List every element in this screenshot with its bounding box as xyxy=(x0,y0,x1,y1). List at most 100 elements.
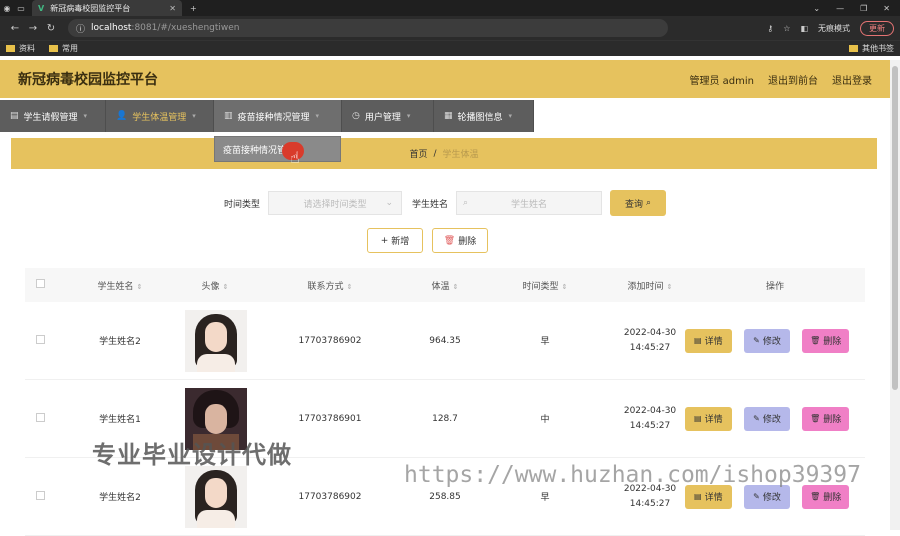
search-icon: ⌕ xyxy=(463,198,469,208)
main-menu: ▤ 学生请假管理 ▾ 👤 学生体温管理 ▾ ▥ 疫苗接种情况管理 ▾ ◷ 用户管理 ▾ … xyxy=(0,100,534,132)
sort-icon: ⇕ xyxy=(222,282,229,291)
back-icon[interactable]: ← xyxy=(6,23,24,34)
document-icon: ▥ xyxy=(224,111,233,121)
bookmark-folder-1[interactable]: 资料 xyxy=(6,43,35,54)
user-icon: 👤 xyxy=(116,111,128,121)
select-all-checkbox[interactable] xyxy=(35,279,45,288)
admin-label: 管理员 admin xyxy=(689,75,754,87)
address-bar[interactable]: ⓘ localhost :8081/#/xueshengtiwen xyxy=(68,19,668,37)
hand-cursor-icon: ☝ xyxy=(290,148,300,167)
trash-icon: 🗑 xyxy=(443,235,456,246)
time-type-select[interactable]: 请选择时间类型 ⌄ xyxy=(268,191,402,215)
sort-icon: ⇕ xyxy=(136,282,143,291)
star-icon[interactable]: ☆ xyxy=(783,24,790,33)
search-icon: ⌕ xyxy=(645,198,651,208)
delete-button[interactable]: 🗑 删除 xyxy=(802,406,849,431)
app-header: 新冠病毒校园监控平台 管理员 admin 退出到前台 退出登录 xyxy=(0,60,890,98)
key-icon[interactable]: ⚷ xyxy=(767,24,773,33)
cell-time-type: 早 xyxy=(540,337,550,347)
breadcrumb-separator: / xyxy=(433,148,437,159)
header-avatar[interactable]: 头像 ⇕ xyxy=(185,279,245,292)
reload-icon[interactable]: ↻ xyxy=(42,23,60,34)
cell-name: 学生姓名2 xyxy=(99,337,141,347)
page-scrollbar[interactable] xyxy=(890,60,900,530)
batch-delete-button[interactable]: 🗑 删除 xyxy=(432,228,488,253)
back-to-front-link[interactable]: 退出到前台 xyxy=(768,72,818,87)
add-button[interactable]: + 新增 xyxy=(367,228,423,253)
header-temperature[interactable]: 体温 ⇕ xyxy=(415,279,475,292)
cell-added-time: 2022-04-30 14:45:27 xyxy=(623,327,677,353)
sort-icon: ⇕ xyxy=(561,282,568,291)
incognito-label: 无痕模式 xyxy=(818,23,850,33)
forward-icon[interactable]: → xyxy=(24,23,42,34)
edit-button[interactable]: ✎ 修改 xyxy=(743,328,791,353)
header-added-time[interactable]: 添加时间 ⇕ xyxy=(615,279,685,292)
restore-icon[interactable]: ❐ xyxy=(860,4,867,13)
avatar xyxy=(185,465,247,528)
detail-icon: ▤ xyxy=(694,492,702,501)
edit-button[interactable]: ✎ 修改 xyxy=(743,484,791,509)
edit-button[interactable]: ✎ 修改 xyxy=(743,406,791,431)
logout-link[interactable]: 退出登录 xyxy=(832,72,872,87)
window-controls: ⌄ — ❐ ✕ xyxy=(813,4,900,13)
student-name-input[interactable]: ⌕ 学生姓名 xyxy=(456,191,603,215)
avatar xyxy=(185,309,247,372)
url-host: localhost xyxy=(91,23,132,33)
delete-button[interactable]: 🗑 删除 xyxy=(802,328,849,353)
menu-vaccine-management[interactable]: ▥ 疫苗接种情况管理 ▾ xyxy=(214,100,342,132)
close-tab-icon[interactable]: ✕ xyxy=(169,4,176,13)
row-checkbox[interactable] xyxy=(35,334,45,344)
cell-added-time: 2022-04-30 14:45:27 xyxy=(623,405,677,431)
site-info-icon[interactable]: ⓘ xyxy=(76,22,85,35)
menu-user-management[interactable]: ◷ 用户管理 ▾ xyxy=(342,100,434,132)
edit-icon: ✎ xyxy=(753,492,760,501)
close-window-icon[interactable]: ✕ xyxy=(883,4,890,13)
menu-temperature-management[interactable]: 👤 学生体温管理 ▾ xyxy=(106,100,214,132)
image-icon: ▦ xyxy=(444,111,453,121)
detail-button[interactable]: ▤ 详情 xyxy=(684,328,732,353)
chevron-down-icon: ▾ xyxy=(192,112,196,120)
cell-phone: 17703786902 xyxy=(298,335,362,346)
bookmark-folder-2[interactable]: 常用 xyxy=(49,43,78,54)
update-button[interactable]: 更新 xyxy=(860,20,894,36)
folder-icon xyxy=(49,45,58,52)
scroll-thumb[interactable] xyxy=(892,66,898,390)
detail-button[interactable]: ▤ 详情 xyxy=(684,484,732,509)
submenu-vaccine-item[interactable]: 疫苗接种情况管理 xyxy=(214,136,341,162)
menu-carousel[interactable]: ▦ 轮播图信息 ▾ xyxy=(434,100,534,132)
chevron-down-icon: ▾ xyxy=(406,112,411,120)
browser-tab-strip: ◉ ▭ V 新冠病毒校园监控平台 ✕ + ⌄ — ❐ ✕ xyxy=(0,0,900,16)
cell-time-type: 中 xyxy=(540,415,550,425)
chevron-down-icon[interactable]: ⌄ xyxy=(813,4,820,13)
tab-search-icon[interactable]: ▭ xyxy=(14,4,28,13)
watermark-text: 专业毕业设计代做 xyxy=(92,441,292,469)
sidebar-icon[interactable]: ◧ xyxy=(800,24,808,33)
cell-time-type: 早 xyxy=(540,493,550,503)
cell-name: 学生姓名2 xyxy=(99,493,141,503)
detail-button[interactable]: ▤ 详情 xyxy=(684,406,732,431)
edit-icon: ✎ xyxy=(753,414,760,423)
query-button[interactable]: 查询 ⌕ xyxy=(610,190,667,216)
sort-icon: ⇕ xyxy=(346,282,353,291)
browser-tab-title: 新冠病毒校园监控平台 xyxy=(50,3,131,13)
cell-temperature: 128.7 xyxy=(432,413,458,424)
time-type-label: 时间类型 xyxy=(223,199,260,210)
other-bookmarks[interactable]: 其他书签 xyxy=(849,43,894,54)
row-checkbox[interactable] xyxy=(35,490,45,500)
browser-menu-icon[interactable]: ◉ xyxy=(0,4,14,13)
menu-leave-management[interactable]: ▤ 学生请假管理 ▾ xyxy=(0,100,106,132)
header-time-type[interactable]: 时间类型 ⇕ xyxy=(475,279,615,292)
cell-temperature: 964.35 xyxy=(429,335,461,346)
header-name[interactable]: 学生姓名 ⇕ xyxy=(55,279,185,292)
new-tab-icon[interactable]: + xyxy=(190,4,197,13)
row-checkbox[interactable] xyxy=(35,412,45,422)
browser-tab[interactable]: V 新冠病毒校园监控平台 ✕ xyxy=(32,0,182,16)
chevron-down-icon: ⌄ xyxy=(385,198,393,208)
breadcrumb-home[interactable]: 首页 xyxy=(409,147,427,160)
cell-phone: 17703786902 xyxy=(298,491,362,502)
delete-button[interactable]: 🗑 删除 xyxy=(802,484,849,509)
minimize-icon[interactable]: — xyxy=(836,4,844,13)
header-ops: 操作 xyxy=(765,281,784,292)
header-phone[interactable]: 联系方式 ⇕ xyxy=(245,279,415,292)
watermark-url: https://www.huzhan.com/ishop39397 xyxy=(404,462,861,488)
